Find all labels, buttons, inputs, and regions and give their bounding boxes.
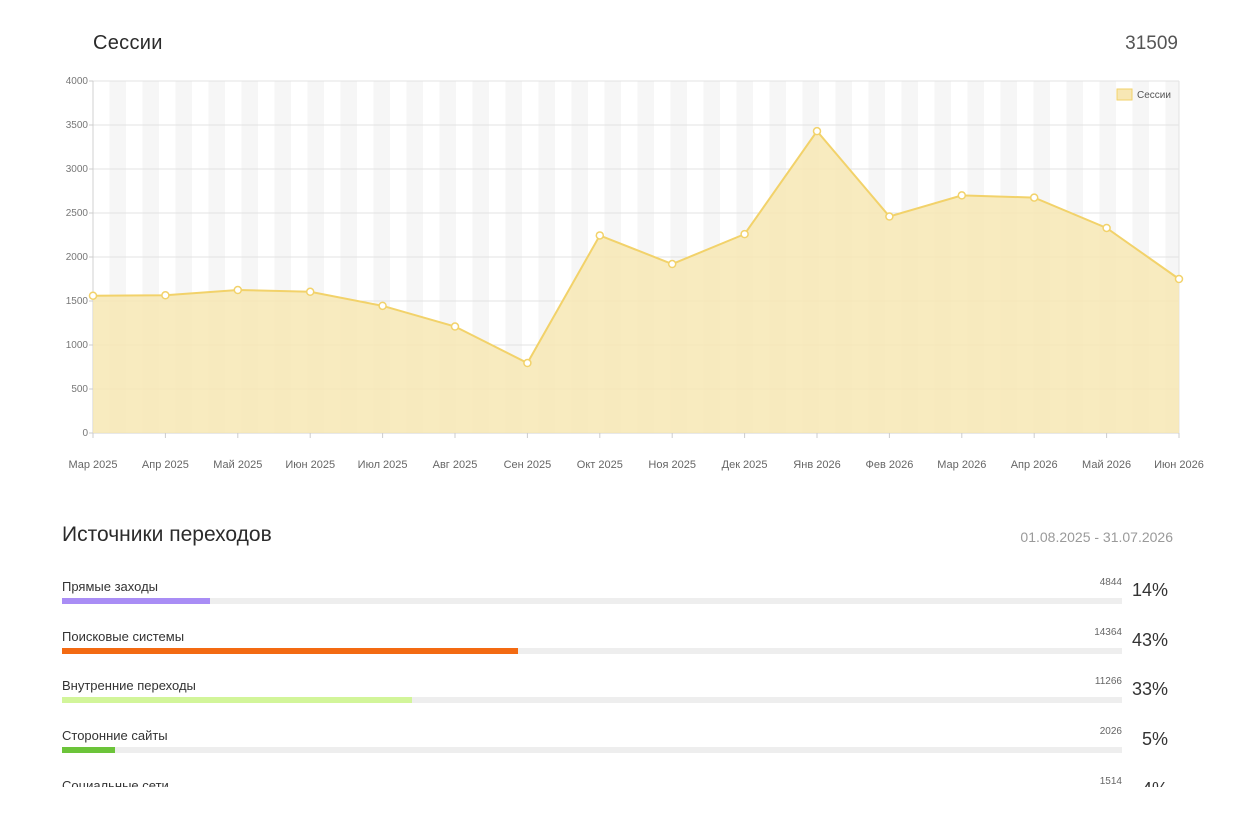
source-row: Социальные сети 1514 4%: [62, 776, 1182, 787]
y-axis: 0 500 1000 1500 2000 2500 3000 3500 4000: [66, 76, 93, 439]
source-count: 2026: [1099, 726, 1122, 738]
source-bar-track: [62, 598, 1122, 604]
x-tick-label: Апр 2026: [1011, 459, 1058, 471]
data-point: [957, 191, 967, 200]
source-label: Поисковые системы: [62, 628, 185, 644]
x-tick-label: Июл 2025: [358, 459, 408, 471]
data-point: [812, 126, 822, 136]
data-point: [595, 231, 605, 240]
data-point: [1174, 274, 1184, 284]
y-tick-label: 1500: [66, 296, 89, 307]
x-tick-label: Янв 2026: [793, 459, 840, 471]
data-point: [523, 358, 532, 368]
x-tick-label: Июн 2026: [1154, 459, 1204, 471]
chart-legend: Сессии: [1116, 88, 1171, 101]
source-label: Внутренние переходы: [62, 678, 196, 694]
data-point: [1029, 193, 1039, 202]
source-row: Прямые заходы 4844 14%: [62, 577, 1182, 627]
y-tick-label: 500: [71, 384, 88, 395]
source-row: Поисковые системы 14364 43%: [62, 627, 1182, 677]
data-point: [1102, 223, 1111, 233]
y-tick-label: 4000: [66, 76, 89, 87]
x-tick-label: Май 2025: [213, 459, 262, 471]
source-bar-track: [62, 647, 1122, 654]
legend-swatch: [1116, 88, 1133, 101]
source-bar-track: [62, 697, 1122, 704]
x-axis: Мар 2025 Апр 2025 Май 2025 Июн 2025 Июл 2025…: [68, 433, 1204, 471]
data-point: [233, 285, 243, 295]
x-tick-label: Фев 2026: [865, 459, 913, 471]
x-tick-label: Авг 2025: [433, 459, 478, 471]
sessions-chart: 0 500 1000 1500 2000 2500 3000 3500 4000 Мар 202…: [66, 76, 1204, 471]
data-point: [88, 291, 98, 300]
x-tick-label: Дек 2025: [722, 459, 768, 471]
x-tick-label: Май 2026: [1082, 459, 1131, 471]
source-row: Сторонние сайты 2026 5%: [62, 726, 1182, 776]
y-tick-label: 2000: [66, 252, 89, 263]
x-tick-label: Сен 2025: [504, 459, 552, 471]
source-count: 11266: [1094, 676, 1122, 688]
legend-label: Сессии: [1137, 90, 1171, 101]
source-percent: 43%: [1131, 629, 1168, 650]
source-percent: 14%: [1131, 580, 1168, 600]
source-count: 4844: [1099, 577, 1122, 588]
source-percent: 4%: [1142, 779, 1168, 787]
x-tick-label: Мар 2025: [68, 459, 117, 471]
data-point: [161, 291, 170, 300]
data-point: [450, 322, 460, 331]
source-row: Внутренние переходы 11266 33%: [62, 676, 1182, 726]
x-tick-label: Окт 2025: [577, 459, 623, 471]
y-tick-label: 1000: [66, 340, 89, 351]
data-point: [740, 229, 749, 239]
source-label: Сторонние сайты: [62, 728, 168, 744]
y-tick-label: 0: [82, 428, 88, 439]
source-bar-fill: [62, 598, 211, 604]
source-label: Социальные сети: [62, 777, 169, 787]
data-point: [667, 259, 677, 269]
y-tick-label: 3000: [66, 164, 89, 175]
source-count: 1514: [1099, 775, 1122, 787]
x-tick-label: Ноя 2025: [648, 459, 696, 471]
y-tick-label: 3500: [66, 120, 89, 131]
source-bar-fill: [62, 697, 412, 704]
x-tick-label: Мар 2026: [937, 459, 986, 471]
source-bar-fill: [62, 647, 518, 654]
x-tick-label: Апр 2025: [142, 459, 189, 471]
data-point: [885, 212, 894, 221]
data-point: [305, 287, 315, 297]
data-point: [378, 301, 387, 311]
source-percent: 5%: [1141, 729, 1168, 750]
source-count: 14364: [1094, 626, 1122, 638]
x-tick-label: Июн 2025: [285, 459, 335, 471]
sources-title: Источники переходов: [62, 523, 272, 546]
source-percent: 33%: [1131, 679, 1168, 700]
source-bar-fill: [62, 747, 115, 754]
sources-list: Прямые заходы 4844 14% Поисковые системы 143…: [62, 577, 1182, 787]
sources-period: 01.08.2025 - 31.07.2026: [1020, 529, 1173, 545]
source-label: Прямые заходы: [62, 579, 159, 594]
y-tick-label: 2500: [66, 208, 89, 219]
source-bar-track: [62, 747, 1122, 754]
